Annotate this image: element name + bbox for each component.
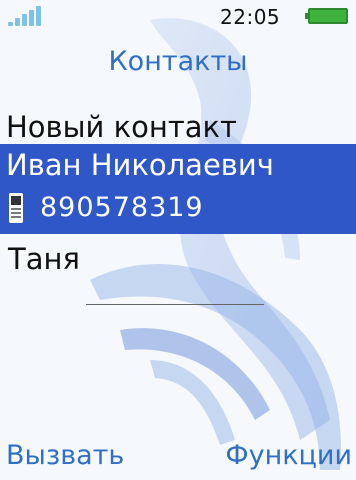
contact-item[interactable]: Таня: [8, 242, 356, 276]
contact-phone-row: 890578319: [6, 192, 204, 223]
contact-name: Иван Николаевич: [6, 148, 274, 182]
options-softkey[interactable]: Функции: [225, 440, 352, 471]
battery-full-icon: [305, 8, 348, 24]
screen-title: Контакты: [108, 46, 248, 77]
status-bar: 22:05: [0, 0, 356, 34]
clock: 22:05: [220, 5, 281, 29]
call-softkey[interactable]: Вызвать: [6, 440, 124, 471]
mobile-phone-icon: [6, 192, 26, 223]
softkey-bar: Вызвать Функции: [0, 440, 356, 476]
menu-item-new-contact[interactable]: Новый контакт: [6, 110, 356, 144]
contact-number: 890578319: [40, 192, 204, 223]
contact-item-selected[interactable]: Иван Николаевич 890578319: [0, 144, 356, 234]
list-divider: [86, 304, 264, 305]
signal-bars-icon: [8, 6, 48, 26]
